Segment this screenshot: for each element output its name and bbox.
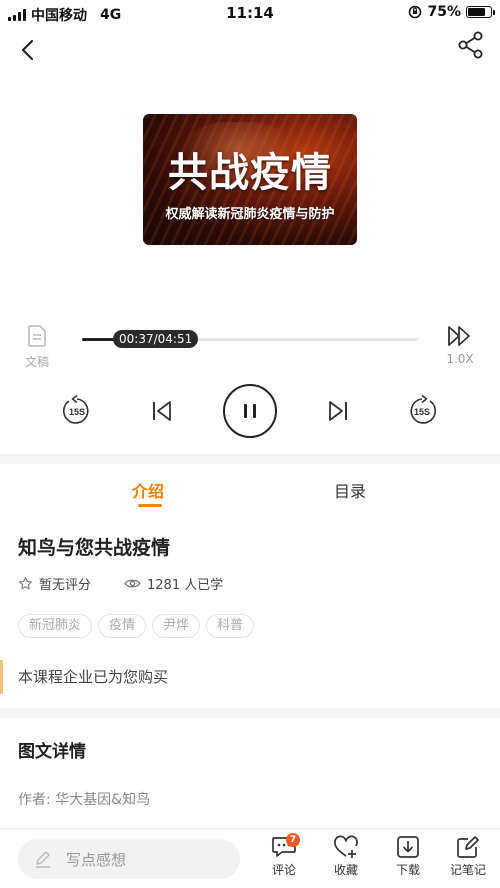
pause-icon xyxy=(244,404,256,418)
purchase-notice: 本课程企业已为您购买 xyxy=(0,660,500,694)
battery-percent: 75% xyxy=(427,4,461,20)
cover-title: 共战疫情 xyxy=(168,149,332,196)
tab-catalog[interactable]: 目录 xyxy=(334,478,366,502)
comment-button[interactable]: 7 评论 xyxy=(262,833,306,878)
rewind-15s-button[interactable]: 15S xyxy=(60,394,94,428)
transcript-label: 文稿 xyxy=(24,355,49,369)
tag-item[interactable]: 尹烨 xyxy=(152,614,201,638)
forward-15s-button[interactable]: 15S xyxy=(405,394,439,428)
document-icon xyxy=(28,325,46,347)
note-edit-icon xyxy=(457,836,479,858)
course-title: 知鸟与您共战疫情 xyxy=(18,537,171,559)
download-icon xyxy=(397,836,419,858)
next-track-button[interactable] xyxy=(325,398,351,424)
cover-subtitle: 权威解读新冠肺炎疫情与防护 xyxy=(165,207,335,222)
tag-item[interactable]: 疫情 xyxy=(98,614,147,638)
comment-count-badge: 7 xyxy=(286,833,300,847)
views-text: 1281 人已学 xyxy=(147,578,224,593)
rewind-icon: 15S xyxy=(62,394,89,424)
orientation-lock-icon xyxy=(409,5,422,19)
download-button[interactable]: 下载 xyxy=(386,835,430,878)
favorite-label: 收藏 xyxy=(333,863,358,877)
notes-button[interactable]: 记笔记 xyxy=(446,835,490,878)
bottom-action-bar: 写点感想 7 评论 收藏 下载 记笔记 xyxy=(0,828,500,888)
comment-input[interactable]: 写点感想 xyxy=(18,839,240,879)
rating: 暂无评分 xyxy=(18,574,91,593)
notes-label: 记笔记 xyxy=(449,863,486,877)
comment-placeholder: 写点感想 xyxy=(66,850,127,869)
tag-item[interactable]: 科普 xyxy=(206,614,255,638)
share-icon[interactable] xyxy=(456,30,486,60)
eye-icon xyxy=(124,579,141,588)
star-icon xyxy=(19,577,32,590)
playback-speed-button[interactable]: 1.0X xyxy=(442,325,478,366)
forward-label: 15S xyxy=(414,407,430,417)
battery-level xyxy=(468,8,485,16)
rewind-label: 15S xyxy=(69,407,85,417)
download-label: 下载 xyxy=(395,863,420,877)
progress-time-pill[interactable]: 00:37/04:51 xyxy=(113,330,199,348)
back-arrow-icon[interactable] xyxy=(14,36,42,64)
previous-icon xyxy=(153,401,171,421)
author-text: 作者: 华大基因&知鸟 xyxy=(18,792,151,808)
status-right: 75% xyxy=(408,4,495,20)
favorite-button[interactable]: 收藏 xyxy=(324,835,368,878)
transcript-button[interactable]: 文稿 xyxy=(20,325,54,370)
heart-plus-icon xyxy=(334,835,358,858)
tag-item[interactable]: 新冠肺炎 xyxy=(18,614,93,638)
speed-label: 1.0X xyxy=(446,352,474,366)
active-tab-indicator xyxy=(138,504,162,507)
tag-list: 新冠肺炎 疫情 尹烨 科普 xyxy=(18,614,255,638)
rating-text: 暂无评分 xyxy=(39,578,92,593)
fast-forward-icon xyxy=(448,326,470,346)
previous-track-button[interactable] xyxy=(149,398,175,424)
section-divider xyxy=(0,454,500,464)
tab-intro[interactable]: 介绍 xyxy=(132,478,164,502)
view-count: 1281 人已学 xyxy=(124,574,223,593)
battery-icon xyxy=(466,6,495,18)
section-divider xyxy=(0,708,500,718)
next-icon xyxy=(329,401,347,421)
details-heading: 图文详情 xyxy=(18,742,86,762)
course-cover: 共战疫情 权威解读新冠肺炎疫情与防护 xyxy=(143,114,357,245)
status-bar: 中国移动 4G 11:14 75% xyxy=(0,0,500,26)
forward-icon: 15S xyxy=(410,394,437,424)
pause-button[interactable] xyxy=(223,384,277,438)
comment-label: 评论 xyxy=(271,863,296,877)
pencil-icon xyxy=(36,851,50,868)
